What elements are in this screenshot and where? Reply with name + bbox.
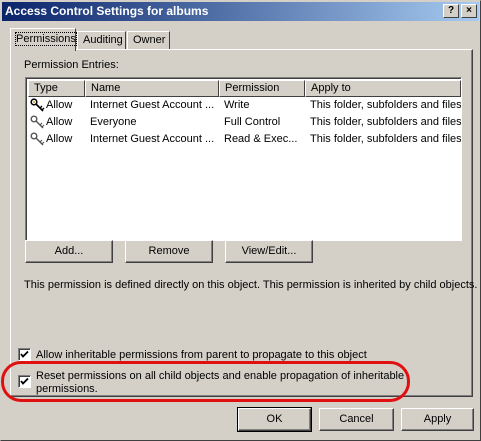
add-button[interactable]: Add... [25,240,113,263]
cell-name: Everyone [90,116,137,128]
permissions-panel: Permission Entries: Type Name Permission… [10,49,477,397]
list-header: Type Name Permission Apply to [28,80,461,97]
permission-info-text: This permission is defined directly on t… [24,279,478,291]
column-header-name[interactable]: Name [85,80,219,97]
cancel-button[interactable]: Cancel [319,408,394,431]
reset-permissions-checkbox[interactable] [18,375,31,388]
cell-permission: Full Control [224,116,281,128]
remove-button[interactable]: Remove [125,240,213,263]
key-icon [30,98,46,112]
cell-name: Internet Guest Account ... [90,99,215,111]
checkmark-icon [20,377,29,385]
access-control-dialog: Access Control Settings for albums ? × P… [0,0,481,441]
tab-owner-label: Owner [133,34,166,46]
list-rows: Allow Internet Guest Account ... Write T… [28,97,461,148]
permission-entries-list[interactable]: Type Name Permission Apply to Allow Inte… [25,77,462,241]
allow-inheritable-label[interactable]: Allow inheritable permissions from paren… [36,349,367,361]
cell-apply-to: This folder, subfolders and files [310,133,461,145]
key-icon [30,115,46,129]
column-header-permission[interactable]: Permission [219,80,305,97]
tab-permissions-label: Permissions [15,32,77,46]
table-row[interactable]: Allow Internet Guest Account ... Write T… [28,97,461,114]
permission-entries-label: Permission Entries: [24,59,119,71]
ok-button[interactable]: OK [237,407,312,432]
cell-permission: Read & Exec... [224,133,298,145]
view-edit-button[interactable]: View/Edit... [225,240,313,263]
help-button[interactable]: ? [443,4,459,18]
checkmark-icon [20,350,29,358]
tab-owner[interactable]: Owner [127,31,170,50]
allow-inheritable-checkbox[interactable] [18,348,31,361]
key-icon [30,132,46,146]
window-title: Access Control Settings for albums [5,4,209,18]
reset-permissions-label-line1[interactable]: Reset permissions on all child objects a… [36,370,404,382]
cell-apply-to: This folder, subfolders and files [310,99,461,111]
table-row[interactable]: Allow Internet Guest Account ... Read & … [28,131,461,148]
reset-permissions-label-line2[interactable]: permissions. [36,383,98,395]
title-bar[interactable]: Access Control Settings for albums ? × [2,2,479,21]
cell-type: Allow [30,97,85,114]
cell-type: Allow [30,114,85,131]
cell-apply-to: This folder, subfolders and files [310,116,461,128]
cell-name: Internet Guest Account ... [90,133,215,145]
cell-type-text: Allow [46,99,73,111]
tab-auditing-label: Auditing [83,34,123,46]
tab-auditing[interactable]: Auditing [77,31,126,50]
close-button[interactable]: × [461,4,477,18]
apply-button[interactable]: Apply [401,408,474,431]
column-header-type[interactable]: Type [28,80,85,97]
tab-permissions[interactable]: Permissions [10,28,77,51]
table-row[interactable]: Allow Everyone Full Control This folder,… [28,114,461,131]
cell-type-text: Allow [46,116,73,128]
cell-type-text: Allow [46,133,73,145]
column-header-apply-to[interactable]: Apply to [305,80,461,97]
cell-permission: Write [224,99,250,111]
cell-type: Allow [30,131,85,148]
